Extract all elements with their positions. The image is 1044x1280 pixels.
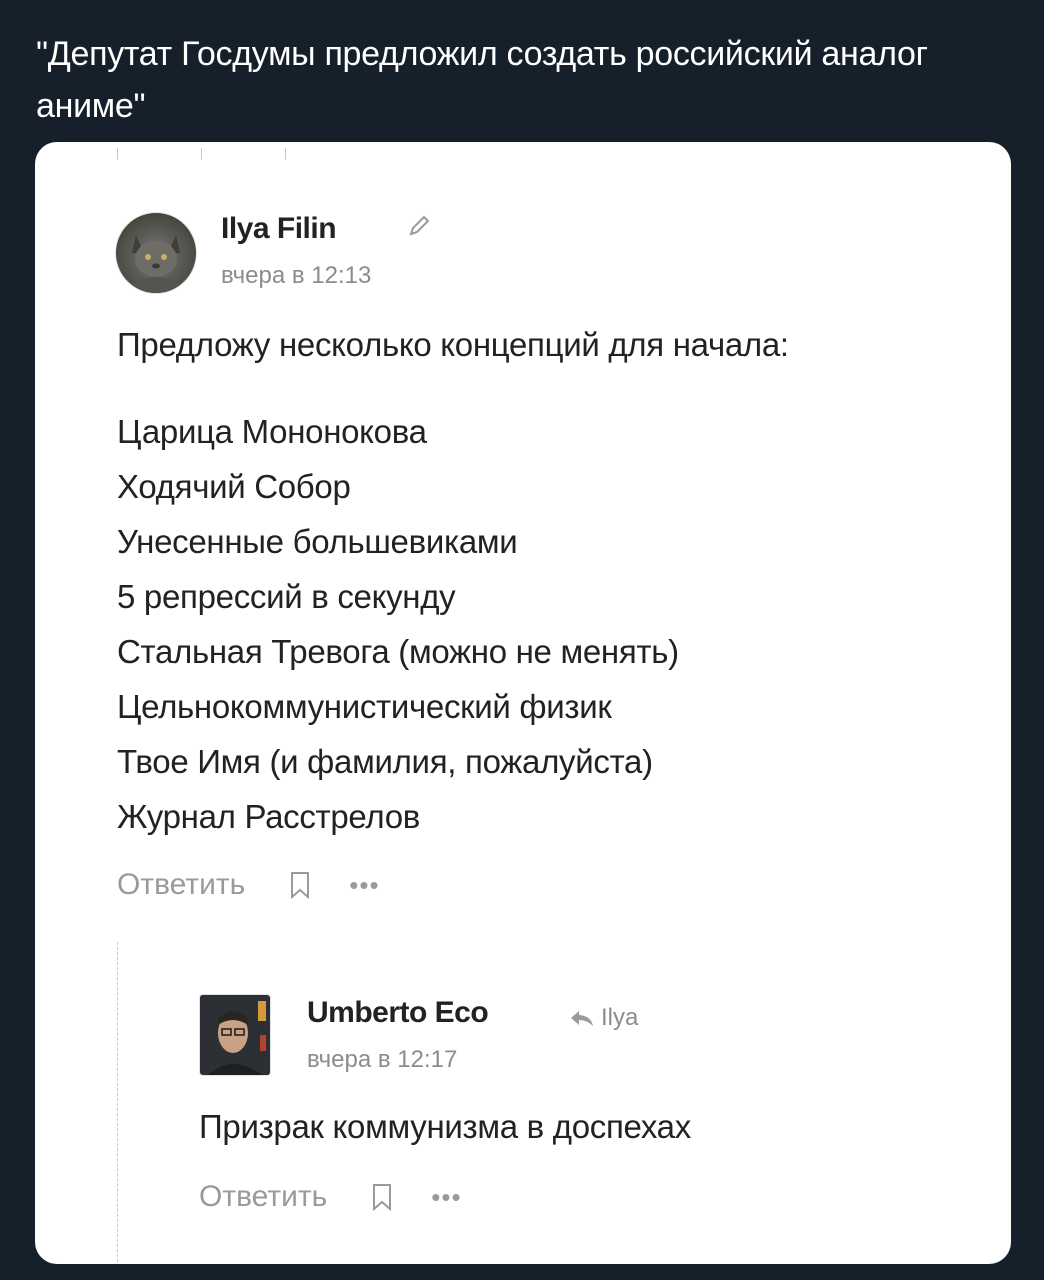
reply-to-name: Ilya bbox=[601, 1004, 639, 1031]
post-actions: Ответить ••• bbox=[117, 868, 380, 902]
concept-item: Цельнокоммунистический физик bbox=[117, 688, 612, 725]
concept-item: Стальная Тревога (можно не менять) bbox=[117, 633, 679, 670]
reply-button[interactable]: Ответить bbox=[117, 868, 245, 902]
more-options-icon[interactable]: ••• bbox=[431, 1184, 461, 1210]
reply-button[interactable]: Ответить bbox=[199, 1180, 327, 1214]
reply-actions: Ответить ••• bbox=[199, 1180, 462, 1214]
concept-item: Журнал Расстрелов bbox=[117, 798, 420, 835]
reply-text: Призрак коммунизма в доспехах bbox=[199, 1108, 691, 1145]
cat-avatar[interactable] bbox=[115, 212, 197, 294]
tweet-text: "Депутат Госдумы предложил создать росси… bbox=[36, 35, 928, 125]
post-author[interactable]: Ilya Filin bbox=[221, 212, 337, 246]
screenshot-card: Ilya Filin вчера в 12:13 Предложу нескол… bbox=[35, 142, 1011, 1264]
reply-timestamp[interactable]: вчера в 12:17 bbox=[307, 1046, 457, 1074]
concept-item: Унесенные большевиками bbox=[117, 523, 518, 560]
man-avatar[interactable] bbox=[199, 994, 271, 1076]
concept-item: Твое Имя (и фамилия, пожалуйста) bbox=[117, 743, 653, 780]
thread-tick bbox=[285, 148, 286, 160]
reply-author[interactable]: Umberto Eco bbox=[307, 996, 489, 1030]
thread-tick bbox=[117, 148, 118, 160]
bookmark-icon[interactable] bbox=[289, 871, 311, 899]
pencil-icon[interactable] bbox=[407, 214, 431, 238]
more-options-icon[interactable]: ••• bbox=[349, 872, 379, 898]
thread-line bbox=[117, 942, 118, 1262]
concept-list: Царица Мононокова Ходячий Собор Унесенны… bbox=[117, 404, 679, 844]
concept-item: Ходячий Собор bbox=[117, 468, 351, 505]
post-timestamp[interactable]: вчера в 12:13 bbox=[221, 262, 371, 290]
concept-item: Царица Мононокова bbox=[117, 413, 427, 450]
reply-to[interactable]: Ilya bbox=[569, 1004, 638, 1032]
thread-tick bbox=[201, 148, 202, 160]
bookmark-icon[interactable] bbox=[371, 1183, 393, 1211]
post-intro: Предложу несколько концепций для начала: bbox=[117, 326, 789, 363]
concept-item: 5 репрессий в секунду bbox=[117, 578, 456, 615]
reply-arrow-icon bbox=[571, 1011, 593, 1026]
